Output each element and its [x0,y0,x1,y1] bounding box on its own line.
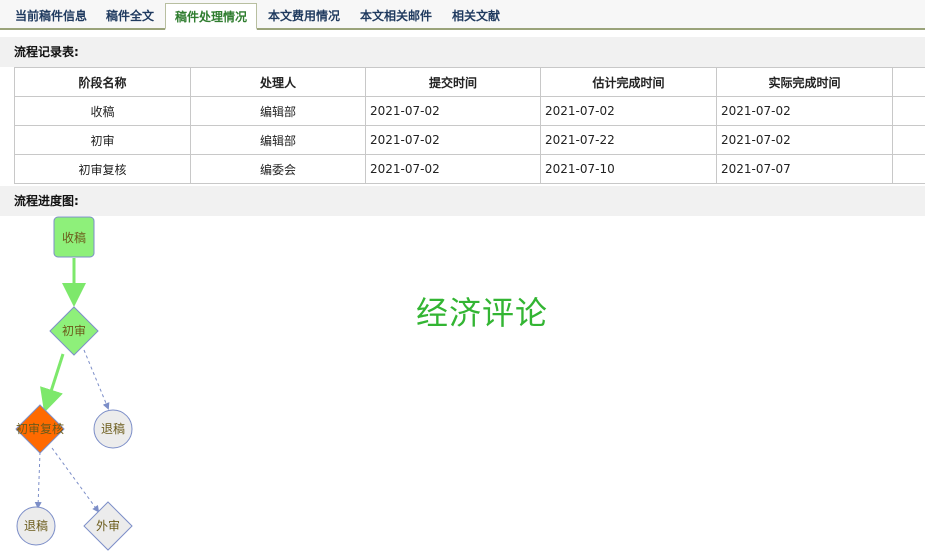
cell-submit-time: 2021-07-02 [365,125,541,155]
edge-first-review-to-reject [83,349,110,410]
records-title: 流程记录表: [0,37,925,67]
node-receive: 收稿 [53,216,95,258]
column-header-stage: 阶段名称 [14,67,191,97]
column-header-extra [892,67,925,97]
tab-related-literature[interactable]: 相关文献 [445,3,507,30]
node-reject-1: 退稿 [93,409,133,449]
cell-stage: 收稿 [14,96,191,126]
flow-title: 流程进度图: [0,186,925,216]
node-recheck-label: 初审复核 [16,421,64,436]
node-reject-2-label: 退稿 [24,518,48,533]
column-header-handler: 处理人 [190,67,366,97]
node-external-review-label: 外审 [96,518,120,533]
tab-bar: 当前稿件信息 稿件全文 稿件处理情况 本文费用情况 本文相关邮件 相关文献 [0,0,925,30]
tab-current-manuscript-info[interactable]: 当前稿件信息 [6,3,96,30]
cell-actual-time: 2021-07-02 [716,125,893,155]
node-reject-2: 退稿 [16,506,56,546]
cell-submit-time: 2021-07-02 [365,96,541,126]
cell-handler: 编辑部 [190,96,366,126]
table-row: 初审复核 编委会 2021-07-02 2021-07-10 2021-07-0… [14,154,925,184]
records-table: 阶段名称 处理人 提交时间 估计完成时间 实际完成时间 收稿 编辑部 2021-… [14,67,925,184]
cell-extra [892,125,925,155]
cell-extra [892,154,925,184]
edge-first-review-to-recheck [40,353,65,413]
cell-estimated-time: 2021-07-10 [540,154,717,184]
tab-fees[interactable]: 本文费用情况 [261,3,347,30]
node-external-review: 外审 [83,501,133,551]
cell-stage: 初审 [14,125,191,155]
node-recheck: 初审复核 [15,404,65,454]
cell-stage: 初审复核 [14,154,191,184]
column-header-estimated-time: 估计完成时间 [540,67,717,97]
node-first-review-label: 初审 [62,323,86,338]
table-header-row: 阶段名称 处理人 提交时间 估计完成时间 实际完成时间 [14,67,925,97]
tab-processing-status[interactable]: 稿件处理情况 [165,3,257,30]
cell-extra [892,96,925,126]
tab-related-emails[interactable]: 本文相关邮件 [352,3,440,30]
flow-diagram: 收稿 初审 退稿 初审复核 退稿 外审 [15,216,133,551]
edge-recheck-to-reject [34,451,42,509]
cell-handler: 编辑部 [190,125,366,155]
node-reject-1-label: 退稿 [101,421,125,436]
table-row: 初审 编辑部 2021-07-02 2021-07-22 2021-07-02 [14,125,925,155]
node-receive-label: 收稿 [62,230,86,245]
cell-handler: 编委会 [190,154,366,184]
table-row: 收稿 编辑部 2021-07-02 2021-07-02 2021-07-02 [14,96,925,126]
cell-actual-time: 2021-07-02 [716,96,893,126]
cell-estimated-time: 2021-07-02 [540,96,717,126]
cell-submit-time: 2021-07-02 [365,154,541,184]
column-header-submit-time: 提交时间 [365,67,541,97]
tab-full-text[interactable]: 稿件全文 [98,3,162,30]
cell-estimated-time: 2021-07-22 [540,125,717,155]
node-first-review: 初审 [49,306,99,356]
edge-recheck-to-external [51,447,100,513]
cell-actual-time: 2021-07-07 [716,154,893,184]
column-header-actual-time: 实际完成时间 [716,67,893,97]
